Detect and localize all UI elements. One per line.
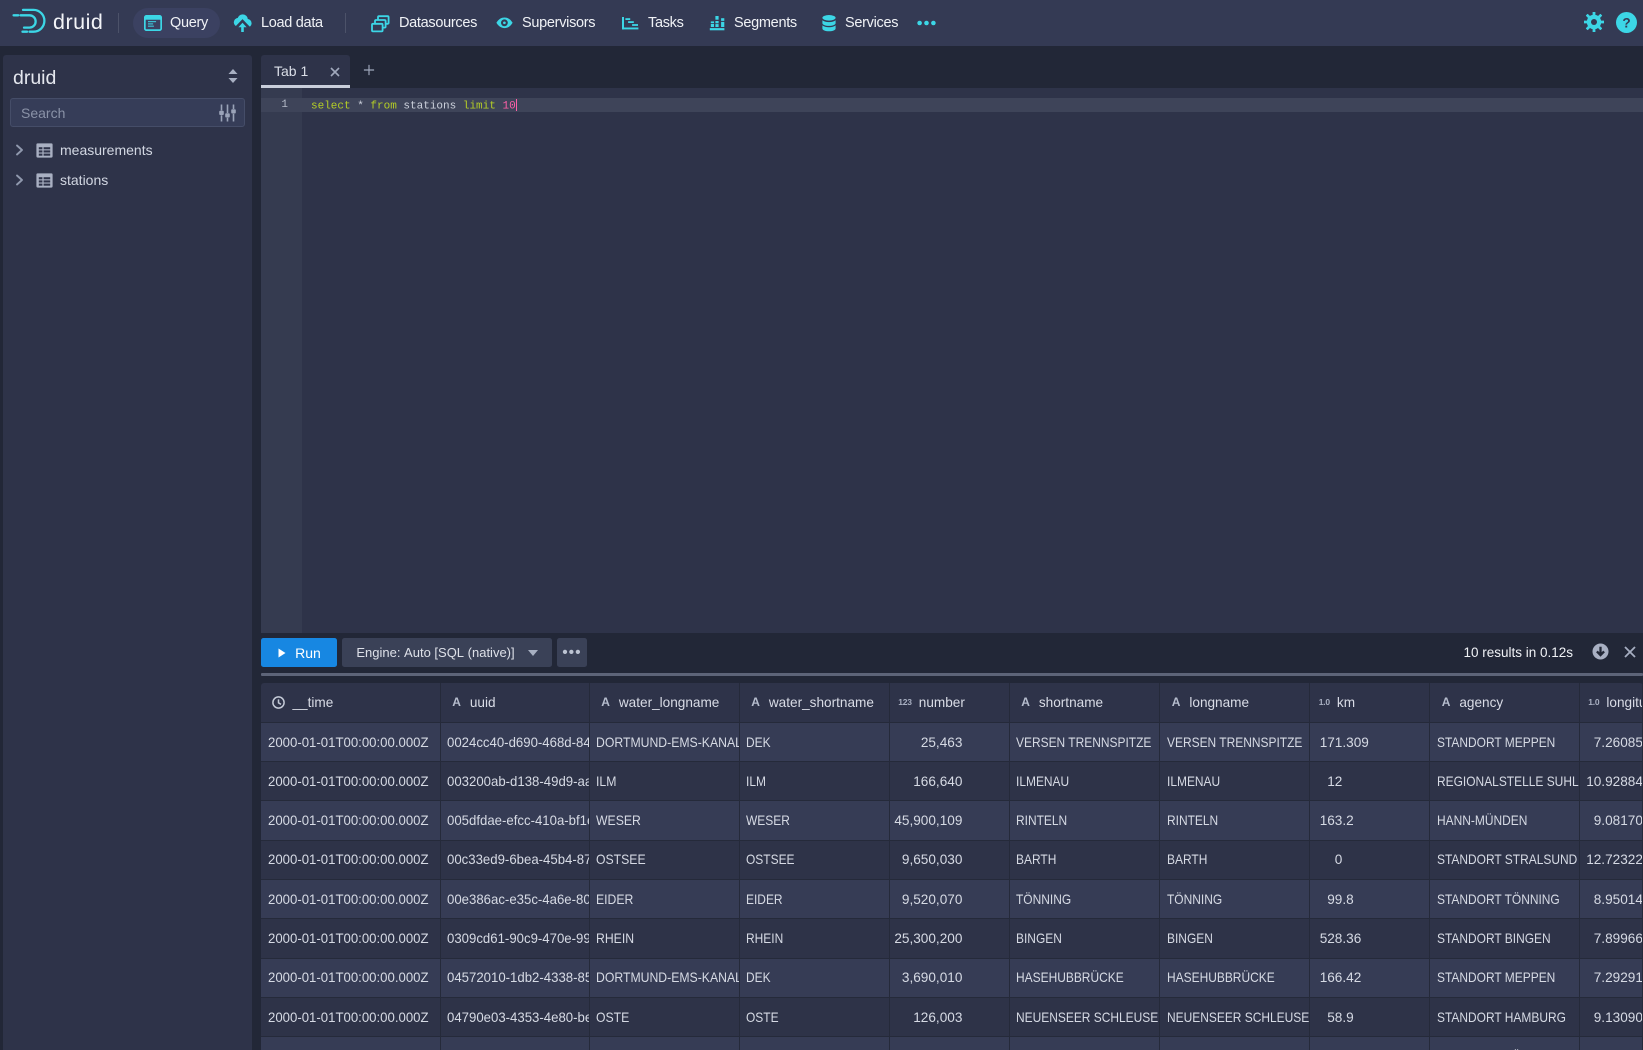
- svg-text:?: ?: [1622, 15, 1630, 30]
